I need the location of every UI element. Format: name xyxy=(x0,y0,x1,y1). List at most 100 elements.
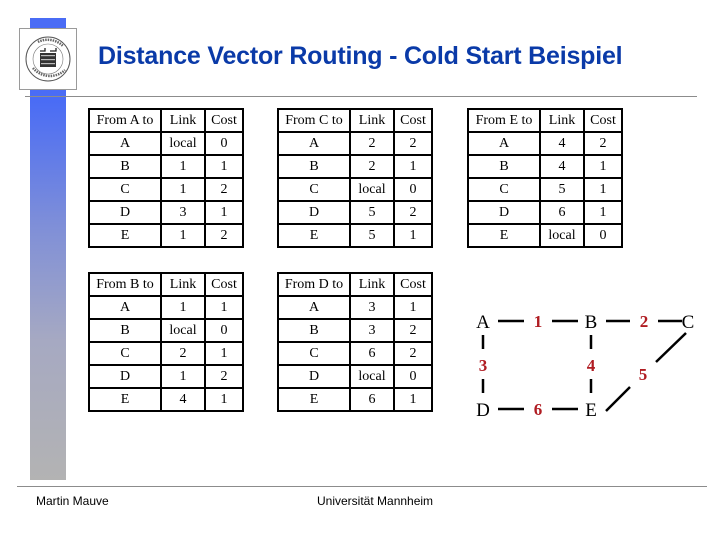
link-cell: 5 xyxy=(349,223,395,248)
table-row: A31 xyxy=(277,295,433,320)
header-from: From D to xyxy=(277,272,351,297)
link-cell: 1 xyxy=(160,364,206,389)
edge-label-b-e: 4 xyxy=(587,356,596,375)
edge-c-e-top xyxy=(655,332,687,363)
dest-cell: E xyxy=(88,223,162,248)
header-link: Link xyxy=(349,272,395,297)
dest-cell: B xyxy=(277,318,351,343)
node-d: D xyxy=(476,400,490,421)
table-row: E41 xyxy=(88,387,244,412)
node-c: C xyxy=(682,312,695,333)
table-row: C21 xyxy=(88,341,244,366)
header-from: From C to xyxy=(277,108,351,133)
link-cell: local xyxy=(160,131,206,156)
header-link: Link xyxy=(539,108,585,133)
dest-cell: B xyxy=(277,154,351,179)
routing-table-e: From E to Link Cost A42 B41 C51 D61 Eloc… xyxy=(467,108,623,248)
table-row: B32 xyxy=(277,318,433,343)
table-header-row: From E to Link Cost xyxy=(467,108,623,133)
cost-cell: 2 xyxy=(393,318,433,343)
edge-label-b-c: 2 xyxy=(640,312,649,331)
cost-cell: 0 xyxy=(204,318,244,343)
table-header-row: From A to Link Cost xyxy=(88,108,244,133)
table-row: C12 xyxy=(88,177,244,202)
cost-cell: 1 xyxy=(204,341,244,366)
link-cell: 6 xyxy=(349,387,395,412)
cost-cell: 1 xyxy=(583,200,623,225)
cost-cell: 1 xyxy=(204,295,244,320)
node-e: E xyxy=(585,400,597,421)
table-row: Alocal 0 xyxy=(88,131,244,156)
dest-cell: A xyxy=(467,131,541,156)
link-cell: 1 xyxy=(160,154,206,179)
routing-table-a: From A to Link Cost Alocal 0 B11 C12 D31 … xyxy=(88,108,244,248)
dest-cell: D xyxy=(277,200,351,225)
table-row: Dlocal 0 xyxy=(277,364,433,389)
cost-cell: 1 xyxy=(583,177,623,202)
routing-table-b: From B to Link Cost A11 Blocal 0 C21 D12 … xyxy=(88,272,244,412)
dest-cell: D xyxy=(277,364,351,389)
dest-cell: E xyxy=(467,223,541,248)
cost-cell: 1 xyxy=(393,387,433,412)
table-row: B11 xyxy=(88,154,244,179)
routing-table-c: From C to Link Cost A22 B21 Clocal 0 D52 … xyxy=(277,108,433,248)
table-row: Blocal 0 xyxy=(88,318,244,343)
cost-cell: 1 xyxy=(393,295,433,320)
link-cell: 4 xyxy=(539,131,585,156)
link-cell: 3 xyxy=(349,318,395,343)
university-seal-icon xyxy=(25,36,71,82)
table-row: E51 xyxy=(277,223,433,248)
dest-cell: A xyxy=(88,295,162,320)
cost-cell: 1 xyxy=(583,154,623,179)
university-logo xyxy=(19,28,77,90)
header-cost: Cost xyxy=(204,272,244,297)
dest-cell: C xyxy=(467,177,541,202)
network-topology-diagram: A B C D E 1 2 3 4 5 6 xyxy=(460,295,710,425)
cost-cell: 1 xyxy=(393,154,433,179)
dest-cell: C xyxy=(88,341,162,366)
link-cell: local xyxy=(539,223,585,248)
header-divider xyxy=(25,96,697,97)
dest-cell: C xyxy=(277,341,351,366)
dest-cell: D xyxy=(88,364,162,389)
edge-label-c-e: 5 xyxy=(639,365,648,384)
dest-cell: D xyxy=(467,200,541,225)
table-row: A42 xyxy=(467,131,623,156)
slide-title: Distance Vector Routing - Cold Start Bei… xyxy=(98,42,623,70)
cost-cell: 0 xyxy=(583,223,623,248)
link-cell: 2 xyxy=(349,154,395,179)
table-row: Elocal 0 xyxy=(467,223,623,248)
header-cost: Cost xyxy=(204,108,244,133)
table-row: B41 xyxy=(467,154,623,179)
dest-cell: C xyxy=(277,177,351,202)
table-row: B21 xyxy=(277,154,433,179)
table-row: D61 xyxy=(467,200,623,225)
link-cell: 5 xyxy=(539,177,585,202)
cost-cell: 2 xyxy=(393,131,433,156)
dest-cell: C xyxy=(88,177,162,202)
link-cell: local xyxy=(349,364,395,389)
cost-cell: 2 xyxy=(204,223,244,248)
dest-cell: B xyxy=(88,318,162,343)
link-cell: local xyxy=(349,177,395,202)
node-b: B xyxy=(585,312,598,333)
cost-cell: 1 xyxy=(204,387,244,412)
cost-cell: 2 xyxy=(204,364,244,389)
link-cell: 1 xyxy=(160,177,206,202)
dest-cell: A xyxy=(277,131,351,156)
cost-cell: 0 xyxy=(204,131,244,156)
link-cell: 2 xyxy=(160,341,206,366)
dest-cell: E xyxy=(88,387,162,412)
table-row: Clocal 0 xyxy=(277,177,433,202)
header-cost: Cost xyxy=(393,108,433,133)
dest-cell: E xyxy=(277,387,351,412)
dest-cell: B xyxy=(467,154,541,179)
cost-cell: 1 xyxy=(393,223,433,248)
link-cell: 2 xyxy=(349,131,395,156)
link-cell: 6 xyxy=(539,200,585,225)
dest-cell: A xyxy=(88,131,162,156)
footer-institution: Universität Mannheim xyxy=(317,494,434,508)
dest-cell: B xyxy=(88,154,162,179)
header-from: From E to xyxy=(467,108,541,133)
link-cell: 4 xyxy=(160,387,206,412)
